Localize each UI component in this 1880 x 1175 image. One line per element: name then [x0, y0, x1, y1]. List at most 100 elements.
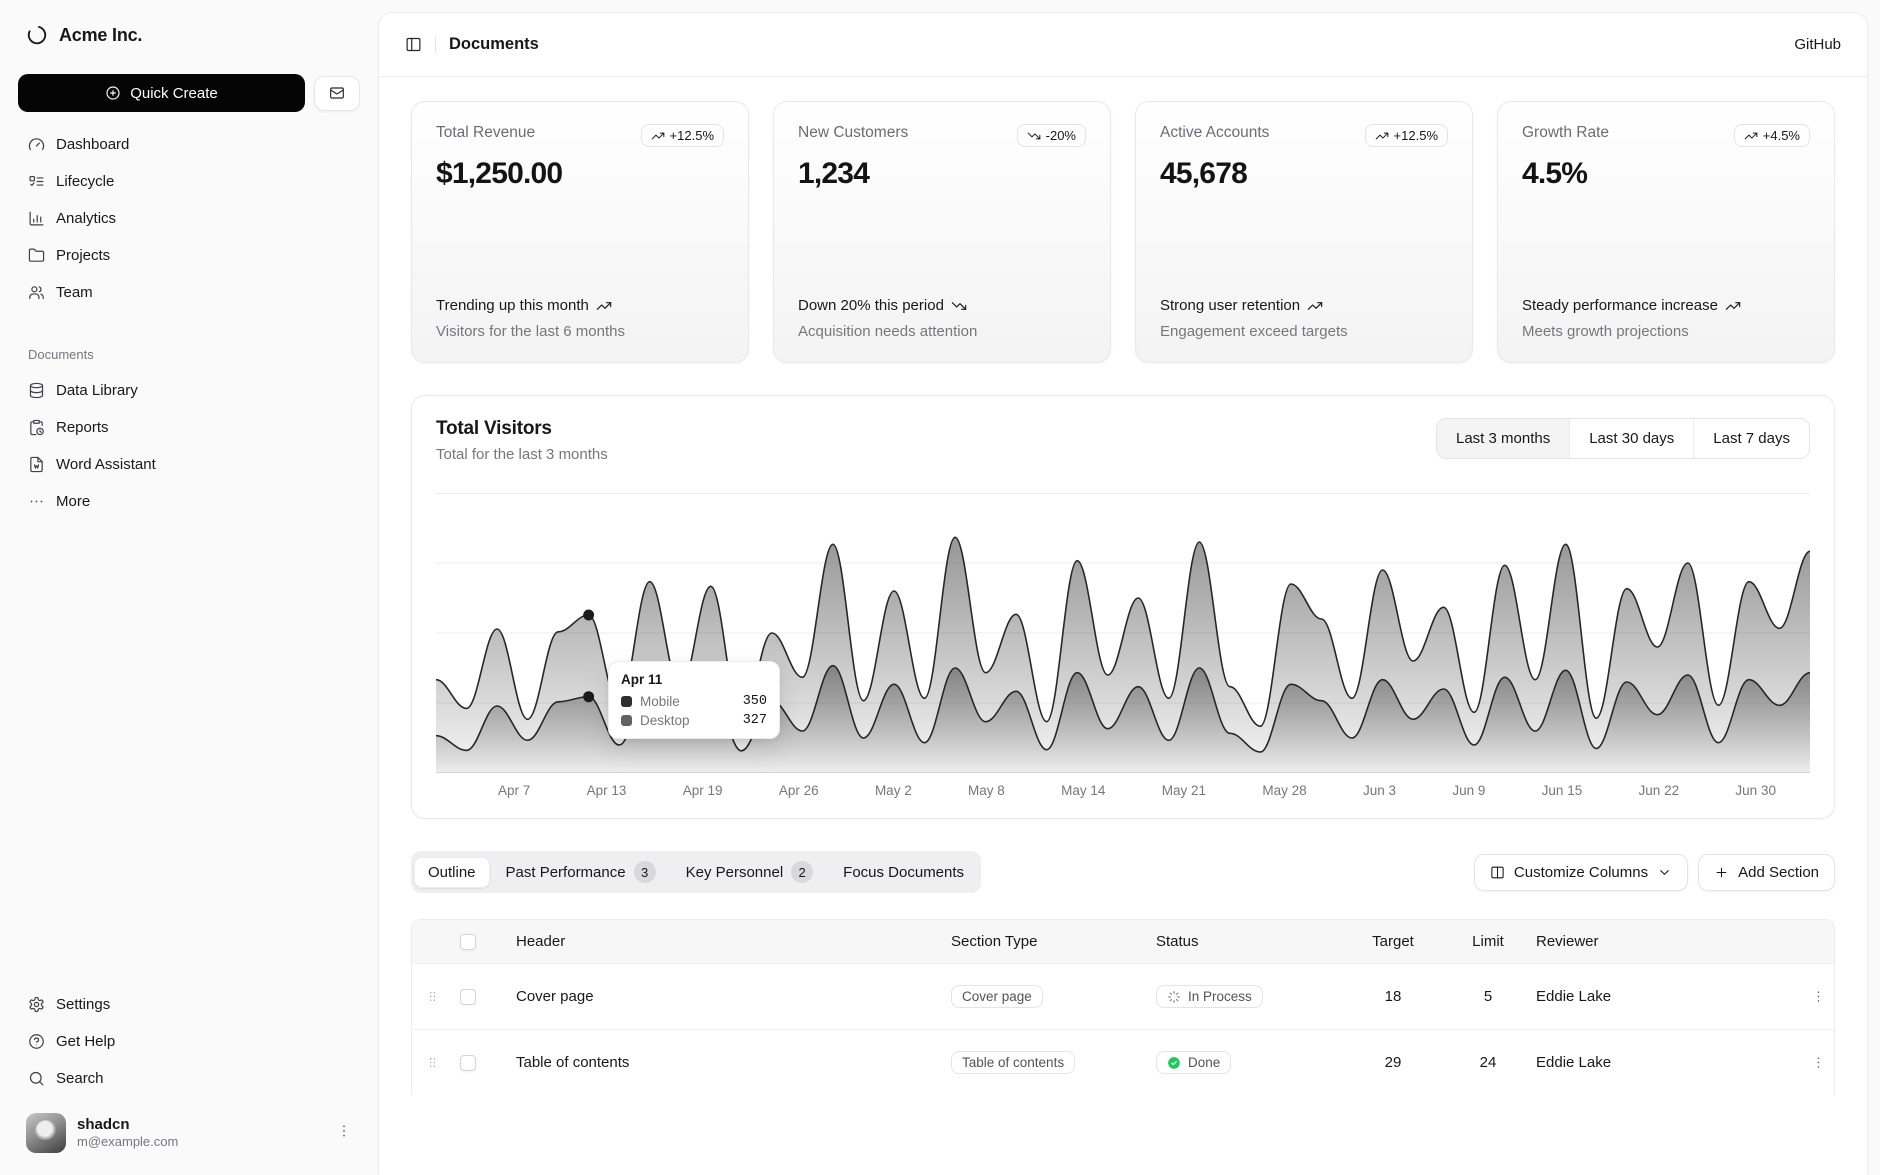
mail-icon [329, 85, 345, 101]
add-section-button[interactable]: Add Section [1698, 854, 1835, 891]
row-checkbox[interactable] [460, 1055, 476, 1071]
sidebar-item-data-library[interactable]: Data Library [18, 372, 360, 409]
sidebar-item-settings[interactable]: Settings [18, 986, 360, 1023]
github-link[interactable]: GitHub [1794, 36, 1841, 53]
select-all-checkbox[interactable] [460, 934, 476, 950]
col-header: Header [508, 920, 943, 964]
sidebar-item-projects[interactable]: Projects [18, 237, 360, 274]
tab-past-performance[interactable]: Past Performance 3 [492, 854, 670, 890]
row-header-cell[interactable]: Cover page [508, 964, 943, 1030]
visitors-chart-card: Total Visitors Total for the last 3 mont… [411, 395, 1835, 819]
sidebar-item-label: Search [56, 1070, 104, 1087]
col-reviewer: Reviewer [1528, 920, 1788, 964]
ellipsis-vertical-icon [1811, 989, 1826, 1004]
avatar [26, 1113, 66, 1153]
tab-focus-documents[interactable]: Focus Documents [829, 857, 978, 888]
trending-up-icon [651, 129, 665, 143]
x-tick: Apr 26 [779, 783, 819, 798]
plus-circle-icon [105, 85, 121, 101]
reviewer-cell[interactable]: Eddie Lake [1528, 964, 1788, 1030]
columns-icon [1490, 865, 1505, 880]
table-row: Table of contents Table of contents Done… [412, 1030, 1835, 1096]
trending-up-icon [596, 298, 612, 314]
check-circle-icon [1167, 1056, 1181, 1070]
col-section-type: Section Type [943, 920, 1148, 964]
x-tick: Apr 13 [587, 783, 627, 798]
active-point-desktop [583, 691, 594, 702]
sidebar-item-get-help[interactable]: Get Help [18, 1023, 360, 1060]
reviewer-cell[interactable]: Eddie Lake [1528, 1030, 1788, 1096]
area-chart[interactable]: Apr 11 Mobile 350 Desktop 327 [436, 493, 1810, 773]
stat-footer-title: Down 20% this period [798, 295, 944, 317]
row-header-cell[interactable]: Table of contents [508, 1030, 943, 1096]
help-circle-icon [28, 1033, 45, 1050]
tooltip-series-value: 327 [743, 713, 767, 728]
tab-key-personnel[interactable]: Key Personnel 2 [672, 854, 828, 890]
sidebar-item-reports[interactable]: Reports [18, 409, 360, 446]
tab-label: Focus Documents [843, 864, 964, 881]
quick-create-button[interactable]: Quick Create [18, 74, 305, 112]
x-tick: Jun 22 [1639, 783, 1680, 798]
nav-footer: Settings Get Help Search [18, 986, 360, 1097]
row-checkbox[interactable] [460, 989, 476, 1005]
list-icon [28, 173, 45, 190]
user-name: shadcn [77, 1116, 178, 1135]
tooltip-row-desktop: Desktop 327 [621, 713, 767, 728]
sidebar-item-lifecycle[interactable]: Lifecycle [18, 163, 360, 200]
target-cell[interactable]: 29 [1338, 1030, 1448, 1096]
trending-up-icon [1725, 298, 1741, 314]
nav-main: Dashboard Lifecycle Analytics Projects T… [18, 126, 360, 311]
limit-cell[interactable]: 24 [1448, 1030, 1528, 1096]
content: Total Revenue +12.5% $1,250.00 Trending … [379, 77, 1867, 1175]
stat-value: 4.5% [1522, 157, 1810, 191]
drag-handle-icon[interactable] [420, 989, 444, 1004]
main-header: Documents GitHub [379, 13, 1867, 77]
row-menu-button[interactable] [1796, 989, 1835, 1004]
tab-count-badge: 2 [791, 861, 813, 883]
folder-icon [28, 247, 45, 264]
sidebar-item-search[interactable]: Search [18, 1060, 360, 1097]
row-menu-button[interactable] [1796, 1055, 1835, 1070]
limit-cell[interactable]: 5 [1448, 964, 1528, 1030]
ellipsis-vertical-icon[interactable] [336, 1123, 352, 1144]
sidebar-item-analytics[interactable]: Analytics [18, 200, 360, 237]
range-toggle-group: Last 3 months Last 30 days Last 7 days [1436, 418, 1810, 459]
drag-handle-icon[interactable] [420, 1055, 444, 1070]
tab-outline[interactable]: Outline [414, 857, 490, 888]
stat-card-growth-rate: Growth Rate +4.5% 4.5% Steady performanc… [1497, 101, 1835, 363]
range-last-7-days[interactable]: Last 7 days [1693, 419, 1809, 458]
table-row: Cover page Cover page In Process 18 5 Ed… [412, 964, 1835, 1030]
sidebar-item-more[interactable]: More [18, 483, 360, 520]
range-last-30-days[interactable]: Last 30 days [1569, 419, 1693, 458]
search-icon [28, 1070, 45, 1087]
menu-column-header [1788, 920, 1835, 964]
badge-value: +12.5% [1394, 128, 1438, 143]
stat-value: 1,234 [798, 157, 1086, 191]
stat-label: Total Revenue [436, 124, 535, 142]
sidebar-item-team[interactable]: Team [18, 274, 360, 311]
target-cell[interactable]: 18 [1338, 964, 1448, 1030]
drag-column-header [412, 920, 452, 964]
range-last-3-months[interactable]: Last 3 months [1437, 419, 1569, 458]
customize-columns-button[interactable]: Customize Columns [1474, 854, 1688, 891]
sidebar-item-word-assistant[interactable]: Word Assistant [18, 446, 360, 483]
sidebar-toggle-button[interactable] [405, 36, 422, 53]
sidebar-item-label: Analytics [56, 210, 116, 227]
brand[interactable]: Acme Inc. [18, 20, 360, 50]
stat-footer-title: Trending up this month [436, 295, 589, 317]
tooltip-row-mobile: Mobile 350 [621, 694, 767, 709]
active-point-mobile [583, 610, 594, 621]
clipboard-clock-icon [28, 419, 45, 436]
tab-label: Outline [428, 864, 476, 881]
x-tick: May 14 [1061, 783, 1105, 798]
sidebar-item-label: Data Library [56, 382, 138, 399]
section-tabs: Outline Past Performance 3 Key Personnel… [411, 851, 981, 893]
ellipsis-vertical-icon [1811, 1055, 1826, 1070]
plus-icon [1714, 865, 1729, 880]
sidebar-item-label: Lifecycle [56, 173, 114, 190]
user-menu[interactable]: shadcn m@example.com [18, 1105, 360, 1161]
sidebar-item-label: More [56, 493, 90, 510]
stat-footer-title: Strong user retention [1160, 295, 1300, 317]
inbox-button[interactable] [314, 76, 360, 111]
sidebar-item-dashboard[interactable]: Dashboard [18, 126, 360, 163]
